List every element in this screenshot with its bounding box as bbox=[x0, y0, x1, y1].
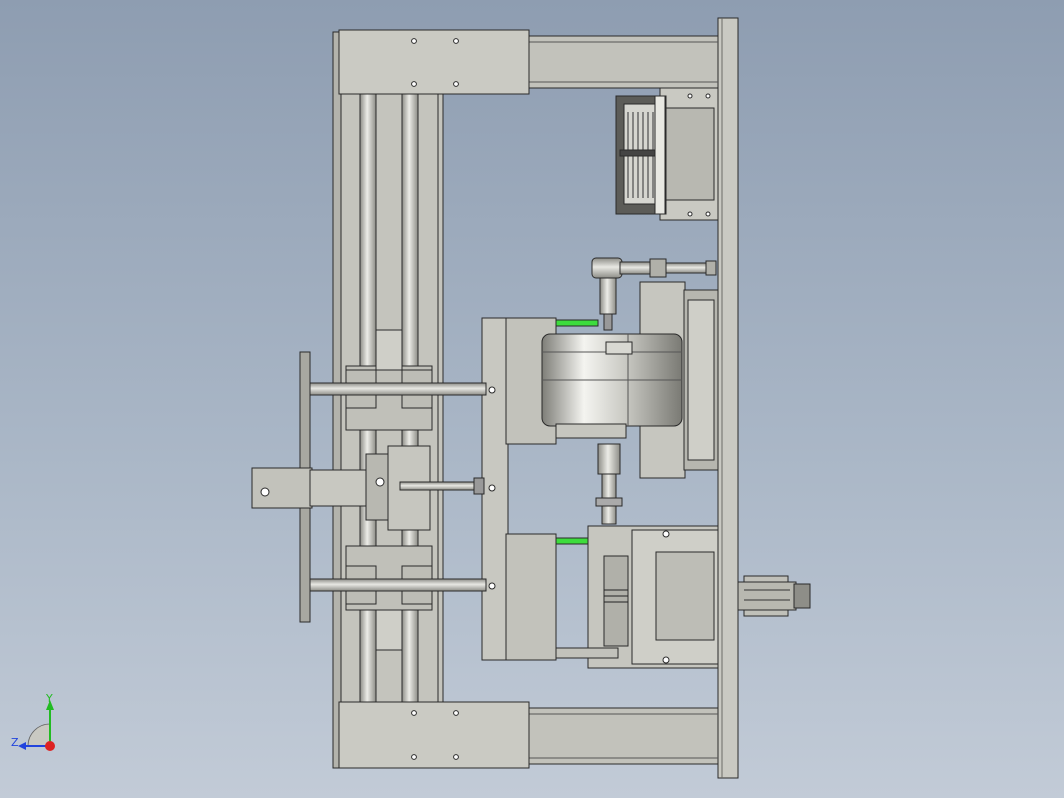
shaft-lower[interactable] bbox=[309, 578, 487, 592]
cad-viewport[interactable]: Y Z bbox=[0, 0, 1064, 798]
bottom-end-block[interactable] bbox=[338, 701, 530, 769]
y-axis-label: Y bbox=[45, 692, 53, 705]
axis-triad: Y Z bbox=[11, 692, 55, 751]
bottom-crossbar[interactable] bbox=[527, 707, 719, 765]
assembly-drawing[interactable]: Y Z bbox=[0, 0, 1064, 798]
tool-holder[interactable] bbox=[555, 423, 627, 525]
shaft-upper[interactable] bbox=[309, 382, 487, 396]
lower-unit[interactable] bbox=[555, 525, 719, 669]
right-base-plate[interactable] bbox=[717, 17, 739, 779]
lower-block[interactable] bbox=[505, 533, 557, 661]
top-crossbar[interactable] bbox=[527, 35, 719, 89]
drive-cylinder[interactable] bbox=[251, 445, 485, 531]
rotary-drum[interactable] bbox=[541, 333, 683, 427]
feeder-unit[interactable] bbox=[615, 87, 719, 221]
z-axis-label: Z bbox=[11, 736, 19, 749]
sensor-strip-upper[interactable] bbox=[555, 319, 599, 327]
top-end-block[interactable] bbox=[338, 29, 530, 95]
x-axis-dot bbox=[45, 741, 55, 751]
servo-motor[interactable] bbox=[737, 575, 811, 617]
model bbox=[251, 17, 811, 779]
